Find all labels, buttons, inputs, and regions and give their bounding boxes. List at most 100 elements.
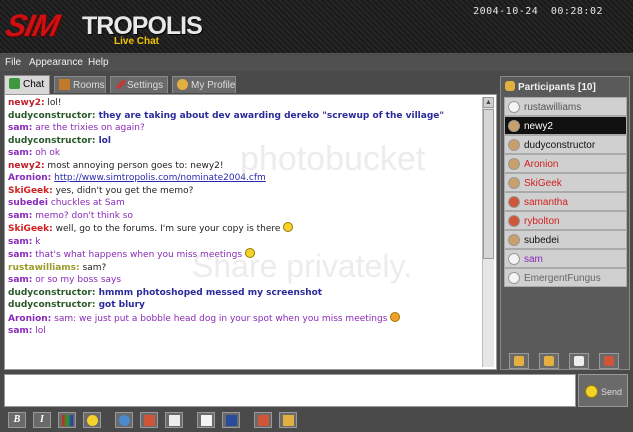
message-text: that's what happens when you miss meetin… bbox=[32, 250, 245, 260]
participant-newy2[interactable]: newy2 bbox=[504, 116, 627, 135]
message-input[interactable] bbox=[4, 374, 576, 407]
message-nick: rustawilliams: bbox=[8, 262, 80, 273]
view-log-button[interactable] bbox=[115, 412, 133, 428]
avatar-icon bbox=[508, 158, 520, 170]
participant-rustawilliams[interactable]: rustawilliams bbox=[504, 97, 627, 116]
chat-message: Aronion: http://www.simtropolis.com/nomi… bbox=[8, 172, 480, 185]
participant-name: subedei bbox=[524, 235, 560, 246]
participant-skigeek[interactable]: SkiGeek bbox=[504, 173, 627, 192]
avatar-icon bbox=[508, 101, 520, 113]
message-text: yes, didn't you get the memo? bbox=[52, 185, 194, 196]
avatar-icon bbox=[508, 234, 520, 246]
participant-name: samantha bbox=[524, 197, 568, 208]
message-text: well, go to the forums. I'm sure your co… bbox=[52, 224, 284, 234]
avatar-icon bbox=[508, 253, 520, 265]
participant-name: Aronion bbox=[524, 159, 559, 170]
date-text: 2004-10-24 bbox=[473, 6, 539, 17]
chat-log: newy2: lol! dudyconstructor: they are tak… bbox=[8, 97, 480, 367]
scroll-thumb[interactable] bbox=[483, 109, 494, 259]
exit-button[interactable] bbox=[279, 412, 297, 428]
chat-message: sam: lol bbox=[8, 325, 480, 338]
participant-aronion[interactable]: Aronion bbox=[504, 154, 627, 173]
tab-chat-label: Chat bbox=[23, 79, 45, 90]
send-file-button[interactable] bbox=[140, 412, 158, 428]
message-text: hmmm photoshoped messed my screenshot bbox=[95, 287, 323, 298]
bold-button[interactable]: B bbox=[8, 412, 26, 428]
private-message-button[interactable] bbox=[539, 353, 559, 369]
book-icon bbox=[258, 415, 269, 426]
simtropolis-chat-window: SIM TROPOLIS Live Chat 2004-10-24 00:28:… bbox=[0, 0, 633, 432]
kick-user-button[interactable] bbox=[599, 353, 619, 369]
participant-samantha[interactable]: samantha bbox=[504, 192, 627, 211]
message-nick: dudyconstructor: bbox=[8, 135, 96, 146]
message-nick: Aronion: bbox=[8, 313, 52, 324]
message-nick: sam: bbox=[8, 123, 33, 133]
participants-panel: Participants [10] rustawilliams newy2 dudy… bbox=[500, 76, 630, 370]
participant-subedei[interactable]: subedei bbox=[504, 230, 627, 249]
save-button[interactable] bbox=[222, 412, 240, 428]
date-time-display: 2004-10-24 00:28:02 bbox=[467, 6, 603, 17]
message-text: sam? bbox=[79, 262, 107, 273]
smiley-icon bbox=[244, 248, 255, 258]
tab-profile-label: My Profile bbox=[191, 80, 236, 91]
send-button[interactable]: Send bbox=[578, 374, 628, 407]
participant-dudyconstructor[interactable]: dudyconstructor bbox=[504, 135, 627, 154]
scroll-up-arrow-icon[interactable]: ▲ bbox=[483, 97, 494, 108]
eye-icon bbox=[119, 415, 130, 426]
chat-scrollbar[interactable]: ▲ bbox=[482, 97, 494, 367]
profile-icon bbox=[177, 79, 188, 90]
simtropolis-logo: SIM TROPOLIS Live Chat bbox=[2, 4, 202, 50]
ignore-icon bbox=[514, 356, 524, 366]
chat-message: SkiGeek: well, go to the forums. I'm sur… bbox=[8, 222, 480, 236]
menu-appearance[interactable]: Appearance bbox=[29, 57, 83, 68]
message-nick: dudyconstructor: bbox=[8, 287, 96, 298]
help-button[interactable] bbox=[254, 412, 272, 428]
view-profile-button[interactable] bbox=[569, 353, 589, 369]
participants-title-text: Participants [10] bbox=[518, 82, 596, 93]
message-nick: sam: bbox=[8, 236, 33, 247]
ignore-user-button[interactable] bbox=[509, 353, 529, 369]
formatting-toolbar: B I bbox=[0, 409, 633, 432]
menu-file[interactable]: File bbox=[5, 57, 21, 68]
kick-icon bbox=[604, 356, 614, 366]
clear-button[interactable] bbox=[197, 412, 215, 428]
chat-message: sam: or so my boss says bbox=[8, 274, 480, 287]
italic-button[interactable]: I bbox=[33, 412, 51, 428]
message-text: most annoying person goes to: newy2! bbox=[44, 160, 224, 171]
participant-sam[interactable]: sam bbox=[504, 249, 627, 268]
menu-bar: File Appearance Help bbox=[0, 55, 633, 71]
sound-button[interactable] bbox=[165, 412, 183, 428]
message-text: k bbox=[32, 236, 41, 247]
message-nick: dudyconstructor: bbox=[8, 110, 96, 121]
participant-actions bbox=[509, 353, 627, 369]
tab-my-profile[interactable]: My Profile bbox=[172, 76, 236, 93]
chat-message: newy2: most annoying person goes to: new… bbox=[8, 160, 480, 173]
message-link[interactable]: http://www.simtropolis.com/nominate2004.… bbox=[54, 173, 266, 183]
participant-emergentfungus[interactable]: EmergentFungus bbox=[504, 268, 627, 287]
message-nick: SkiGeek: bbox=[8, 185, 53, 196]
color-picker-button[interactable] bbox=[58, 412, 76, 428]
chat-message: rustawilliams: sam? bbox=[8, 262, 480, 275]
chat-icon bbox=[9, 78, 20, 89]
menu-help[interactable]: Help bbox=[88, 57, 109, 68]
tab-rooms[interactable]: Rooms bbox=[54, 76, 106, 93]
avatar-icon bbox=[508, 177, 520, 189]
tab-chat[interactable]: Chat bbox=[4, 75, 50, 94]
chat-message: Aronion: sam: we just put a bobble head … bbox=[8, 311, 480, 326]
view-profile-icon bbox=[574, 356, 584, 366]
message-text: sam: we just put a bobble head dog in yo… bbox=[51, 313, 391, 324]
tab-settings[interactable]: Settings bbox=[110, 76, 168, 93]
chat-message: sam: are the trixies on again? bbox=[8, 122, 480, 135]
chat-panel: newy2: lol! dudyconstructor: they are tak… bbox=[4, 94, 497, 370]
logo-sim-text: SIM bbox=[2, 8, 62, 43]
settings-icon bbox=[115, 79, 127, 90]
participant-name: dudyconstructor bbox=[524, 140, 596, 151]
participant-name: sam bbox=[524, 254, 543, 265]
chat-message: subedei chuckles at Sam bbox=[8, 197, 480, 210]
chat-message: sam: memo? don't think so bbox=[8, 210, 480, 223]
emoticon-button[interactable] bbox=[83, 412, 101, 428]
message-text: memo? don't think so bbox=[32, 210, 133, 221]
participant-rybolton[interactable]: rybolton bbox=[504, 211, 627, 230]
avatar-icon bbox=[508, 120, 520, 132]
message-text: got blury bbox=[95, 300, 145, 310]
